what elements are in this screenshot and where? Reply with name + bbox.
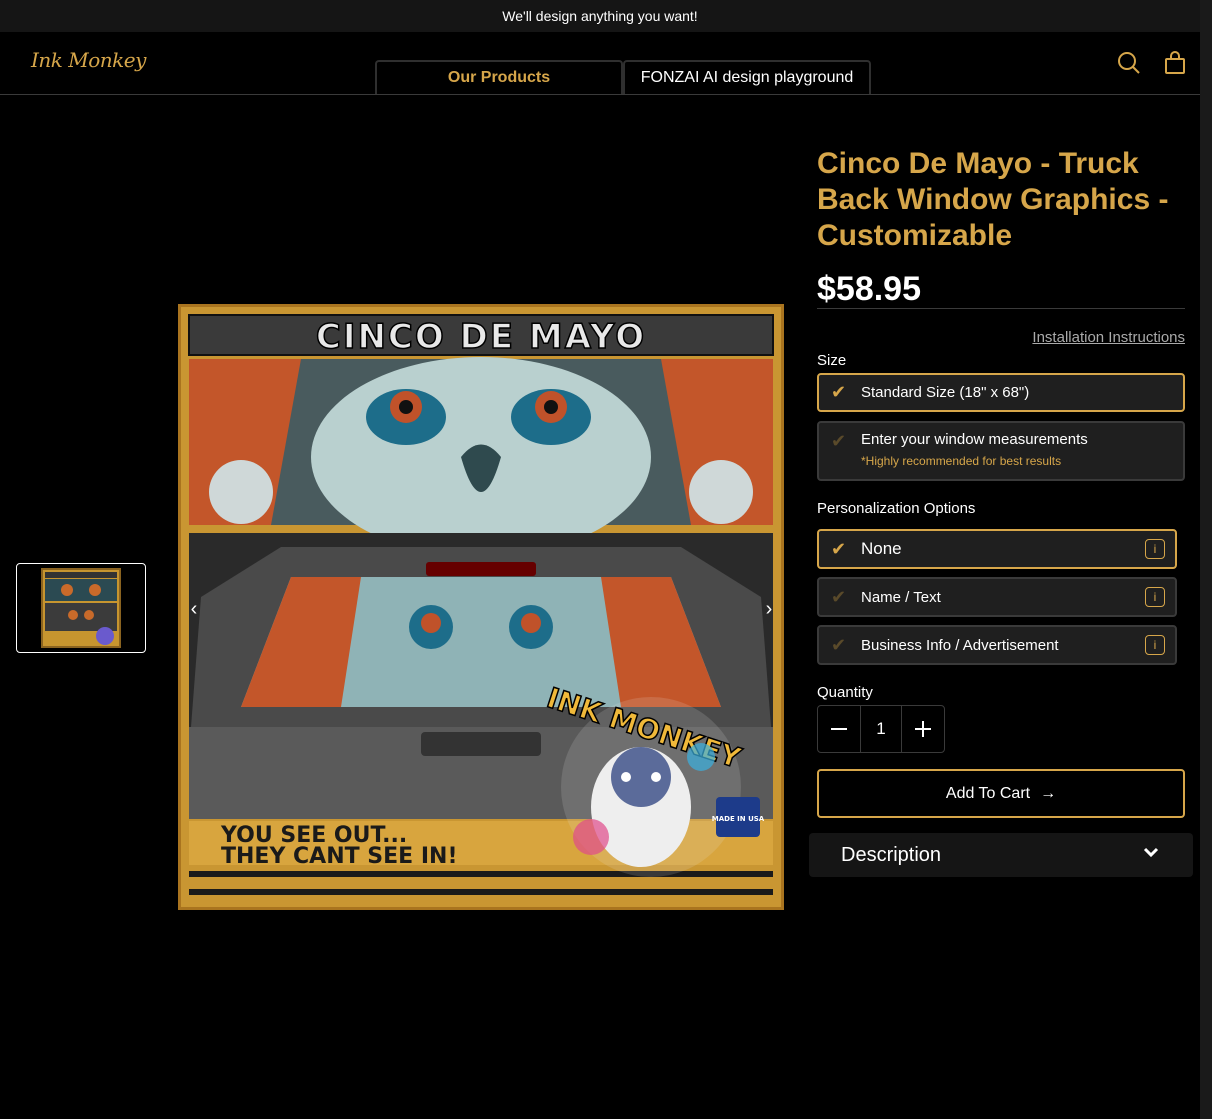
size-option-note: *Highly recommended for best results (861, 454, 1062, 468)
banner-text: CINCO DE MAYO (316, 317, 646, 357)
info-icon[interactable]: i (1145, 635, 1165, 655)
description-accordion[interactable]: Description (809, 833, 1193, 877)
check-icon: ✔ (831, 586, 847, 607)
size-option-custom[interactable]: ✔ Enter your window measurements *Highly… (817, 421, 1185, 481)
main-nav: Our Products FONZAI AI design playground (375, 60, 871, 94)
minus-icon (831, 728, 847, 730)
quantity-decrease-button[interactable] (818, 706, 860, 752)
installation-instructions-link[interactable]: Installation Instructions (1032, 329, 1185, 346)
personalization-option-label: Name / Text (861, 588, 941, 606)
quantity-value[interactable]: 1 (860, 706, 902, 752)
search-icon[interactable] (1116, 50, 1142, 76)
announcement-text: We'll design anything you want! (502, 8, 698, 24)
add-to-cart-button[interactable]: Add To Cart → (817, 769, 1185, 818)
personalization-option-name-text[interactable]: ✔ Name / Text i (817, 577, 1177, 617)
product-title: Cinco De Mayo - Truck Back Window Graphi… (817, 147, 1169, 252)
info-icon[interactable]: i (1145, 587, 1165, 607)
personalization-option-none[interactable]: ✔ None i (817, 529, 1177, 569)
cart-bag-icon[interactable] (1162, 50, 1188, 76)
description-label: Description (841, 843, 942, 866)
product-main-image: CINCO DE MAYO YOU SEE OUT... THEY CANT S… (178, 304, 784, 910)
personalization-option-label: None (861, 539, 902, 558)
gallery-prev-arrow[interactable]: ‹ (184, 598, 204, 621)
personalization-label: Personalization Options (817, 500, 976, 517)
made-in-usa-badge: MADE IN USA (712, 815, 765, 823)
announcement-bar: We'll design anything you want! (0, 0, 1200, 32)
gallery-thumbnail[interactable] (16, 563, 146, 653)
quantity-increase-button[interactable] (902, 706, 944, 752)
arrow-right-icon: → (1040, 784, 1057, 802)
check-icon: ✔ (831, 431, 847, 451)
nav-our-products[interactable]: Our Products (375, 60, 623, 94)
nav-fonzai[interactable]: FONZAI AI design playground (623, 60, 871, 94)
logo[interactable]: Ink Monkey (31, 48, 146, 72)
thumbnail-image (41, 568, 121, 648)
size-label: Size (817, 352, 847, 369)
size-option-label: Enter your window measurements (861, 431, 1088, 448)
chevron-down-icon (1143, 845, 1159, 863)
check-icon: ✔ (831, 634, 847, 655)
tagline-2: THEY CANT SEE IN! (221, 844, 457, 869)
personalization-option-business[interactable]: ✔ Business Info / Advertisement i (817, 625, 1177, 665)
check-icon: ✔ (831, 538, 847, 559)
info-icon[interactable]: i (1145, 539, 1165, 559)
check-icon: ✔ (831, 382, 847, 402)
page-scrollbar[interactable] (1200, 0, 1212, 1119)
add-to-cart-label: Add To Cart (945, 784, 1031, 802)
plus-icon (915, 721, 931, 737)
quantity-stepper: 1 (817, 705, 945, 753)
personalization-option-label: Business Info / Advertisement (861, 636, 1059, 654)
size-option-standard[interactable]: ✔ Standard Size (18" x 68") (817, 373, 1185, 412)
gallery-next-arrow[interactable]: › (759, 598, 779, 621)
divider (817, 308, 1185, 309)
size-option-label: Standard Size (18" x 68") (861, 384, 1030, 401)
product-price: $58.95 (817, 270, 921, 308)
site-header: Ink Monkey Our Products FONZAI AI design… (0, 32, 1200, 95)
quantity-label: Quantity (817, 684, 873, 701)
